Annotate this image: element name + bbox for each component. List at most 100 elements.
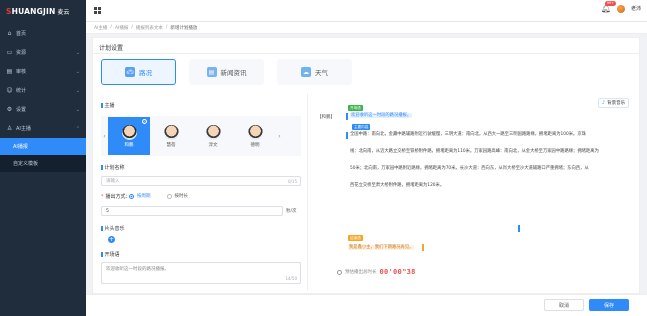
- anchor-option[interactable]: 德明: [234, 117, 276, 155]
- panel-divider: [307, 94, 308, 290]
- plan-name-label: 计划名称: [101, 164, 125, 171]
- play-mode-radio-group: 按周期 按时长: [129, 193, 188, 199]
- sidebar-item-ai-anchor[interactable]: ♙ AI主播 ⌃: [0, 119, 86, 138]
- chevron-right-icon[interactable]: ›: [276, 116, 283, 156]
- breadcrumb-item[interactable]: AI播报: [115, 25, 128, 31]
- main-content: 全国中路：南向北，金藏中路辅路附近行驶缓慢，三明大道：南向北，从西大一路至三明国…: [350, 132, 599, 188]
- chevron-down-icon: ⌄: [75, 68, 80, 75]
- breadcrumb-item[interactable]: AI主播: [94, 25, 107, 31]
- radio-by-cycle[interactable]: [129, 193, 134, 199]
- radio-by-duration[interactable]: [166, 193, 172, 199]
- robot-icon: ♙: [6, 125, 13, 132]
- opening-textarea[interactable]: 欢迎收听这一时段的路况播报。 14/50: [101, 262, 301, 284]
- gear-icon: ⚙: [6, 106, 13, 113]
- avatar[interactable]: [616, 4, 625, 13]
- sidebar-subitem-custom-template[interactable]: 自定义模板: [0, 155, 86, 172]
- anchor-selector: ‹ ✓ 和鹏 慧蓓 淳文 德明 ›: [101, 116, 301, 156]
- tab-label: 新闻资讯: [220, 69, 247, 77]
- anchor-option[interactable]: 慧蓓: [150, 117, 192, 155]
- plan-settings-card: 计划设置 🚗︎ 路况 ▤ 新闻资讯 ☁ 天气 主播 ‹ ✓ 和鹏 慧蓓 淳文 德…: [92, 37, 640, 294]
- content-type-tabs: 🚗︎ 路况 ▤ 新闻资讯 ☁ 天气: [101, 59, 352, 85]
- anchor-tag: 【和鹏】: [317, 115, 335, 120]
- check-icon: ✓: [142, 119, 147, 124]
- sidebar: SHUANGJIN 麦云 ⌂ 首页 ▭ 资源 ⌄ ▤ 审核 ⌄ ☺ 统计 ⌄ ⚙…: [0, 0, 86, 316]
- background-music-button[interactable]: ♪ 背景音乐: [598, 98, 629, 108]
- chevron-down-icon: ⌄: [75, 87, 80, 94]
- sidebar-item-settings[interactable]: ⚙ 设置 ⌄: [0, 100, 86, 119]
- cancel-button[interactable]: 取消: [544, 299, 584, 311]
- divider: [93, 53, 639, 54]
- duration-estimate: 预估播出总时长 00'00"38: [337, 268, 416, 276]
- sidebar-subitem-ai-broadcast[interactable]: AI播报: [0, 138, 86, 155]
- anchor-avatar: [247, 124, 263, 140]
- anchor-name: 德明: [250, 142, 260, 148]
- sidebar-item-label: 审核: [16, 69, 27, 75]
- chevron-up-icon: ⌃: [75, 125, 80, 132]
- interval-unit: 秒/次: [286, 209, 297, 214]
- notification-badge: 99+: [604, 1, 617, 6]
- anchor-name: 和鹏: [124, 142, 134, 148]
- plan-name-input[interactable]: 请输入 0/15: [101, 176, 301, 186]
- anchor-avatar: [121, 124, 137, 140]
- logo-text: HUANGJIN: [11, 6, 56, 16]
- sidebar-item-audit[interactable]: ▤ 审核 ⌄: [0, 62, 86, 81]
- user-name[interactable]: 老沛: [631, 5, 641, 12]
- anchor-avatar: [163, 124, 179, 140]
- folder-icon: ▭: [6, 49, 13, 56]
- tab-news[interactable]: ▤ 新闻资讯: [189, 59, 264, 85]
- sidebar-item-label: 统计: [16, 88, 27, 94]
- anchor-avatar: [205, 124, 221, 140]
- breadcrumb: AI主播 / AI播报 / 播报列表文本 / 新增计划播放: [86, 22, 647, 34]
- duration-value: 00'00"38: [379, 268, 416, 276]
- footer-actions: 取消 保存: [86, 294, 647, 316]
- user-icon: ☺: [6, 87, 13, 94]
- chevron-left-icon[interactable]: ‹: [101, 116, 108, 156]
- tab-label: 天气: [315, 69, 328, 77]
- sidebar-item-resources[interactable]: ▭ 资源 ⌄: [0, 43, 86, 62]
- audit-icon: ▤: [6, 68, 13, 75]
- breadcrumb-item[interactable]: 播报列表文本: [136, 25, 163, 31]
- tab-traffic[interactable]: 🚗︎ 路况: [101, 59, 176, 85]
- sidebar-item-stats[interactable]: ☺ 统计 ⌄: [0, 81, 86, 100]
- home-icon: ⌂: [7, 30, 12, 37]
- interval-input[interactable]: 5: [101, 206, 283, 216]
- anchor-name: 淳文: [208, 142, 218, 148]
- sidebar-item-label: 设置: [16, 107, 27, 113]
- script-preview: ♪ 背景音乐 【和鹏】 开场语 欢迎收听这一时段的路况播报。 主要内容 全国中路…: [315, 94, 635, 290]
- chevron-down-icon: ⌄: [75, 49, 80, 56]
- anchor-option[interactable]: 淳文: [192, 117, 234, 155]
- apps-grid-icon[interactable]: [94, 7, 101, 14]
- char-counter: 14/50: [285, 276, 297, 281]
- submenu: AI播报 自定义模板: [0, 138, 86, 172]
- sidebar-menu: ⌂ 首页 ▭ 资源 ⌄ ▤ 审核 ⌄ ☺ 统计 ⌄ ⚙ 设置 ⌄ ♙ AI主播 …: [0, 24, 86, 138]
- weather-icon: ☁: [301, 67, 311, 77]
- char-counter: 0/15: [288, 178, 297, 184]
- play-mode-label: * 播出方式：: [101, 193, 131, 201]
- section-title: 计划设置: [99, 45, 124, 52]
- opening-label: 开场语: [101, 251, 120, 258]
- sidebar-item-label: 资源: [16, 50, 27, 56]
- breadcrumb-current: 新增计划播放: [170, 25, 198, 31]
- anchor-name: 慧蓓: [166, 142, 176, 148]
- form-panel: 主播 ‹ ✓ 和鹏 慧蓓 淳文 德明 › 计划名称 请输入 0/15 * 播出方…: [101, 94, 301, 290]
- logo: SHUANGJIN 麦云: [0, 0, 86, 22]
- intro-music-label: 片头音乐: [101, 225, 125, 232]
- sidebar-item-label: AI主播: [16, 126, 31, 132]
- car-icon: 🚗︎: [125, 67, 135, 77]
- opening-line: 欢迎收听这一时段的路况播报。: [350, 113, 413, 118]
- logo-suffix: 麦云: [57, 8, 70, 16]
- sidebar-item-label: 首页: [16, 31, 27, 37]
- add-music-button[interactable]: +: [108, 236, 115, 243]
- top-header: 🔔︎ 99+ 老沛: [86, 0, 647, 22]
- bell-icon[interactable]: 🔔︎ 99+: [601, 1, 617, 13]
- anchor-label: 主播: [101, 102, 115, 109]
- tab-weather[interactable]: ☁ 天气: [277, 59, 352, 85]
- closing-line: 我是鑫小主，我们下期路况再见。: [348, 245, 415, 250]
- music-note-icon: ♪: [601, 100, 606, 106]
- save-button[interactable]: 保存: [589, 299, 629, 311]
- anchor-option[interactable]: ✓ 和鹏: [108, 117, 150, 155]
- tab-label: 路况: [139, 69, 152, 77]
- clock-icon: [337, 269, 342, 275]
- news-icon: ▤: [206, 67, 217, 77]
- sidebar-item-home[interactable]: ⌂ 首页: [0, 24, 86, 43]
